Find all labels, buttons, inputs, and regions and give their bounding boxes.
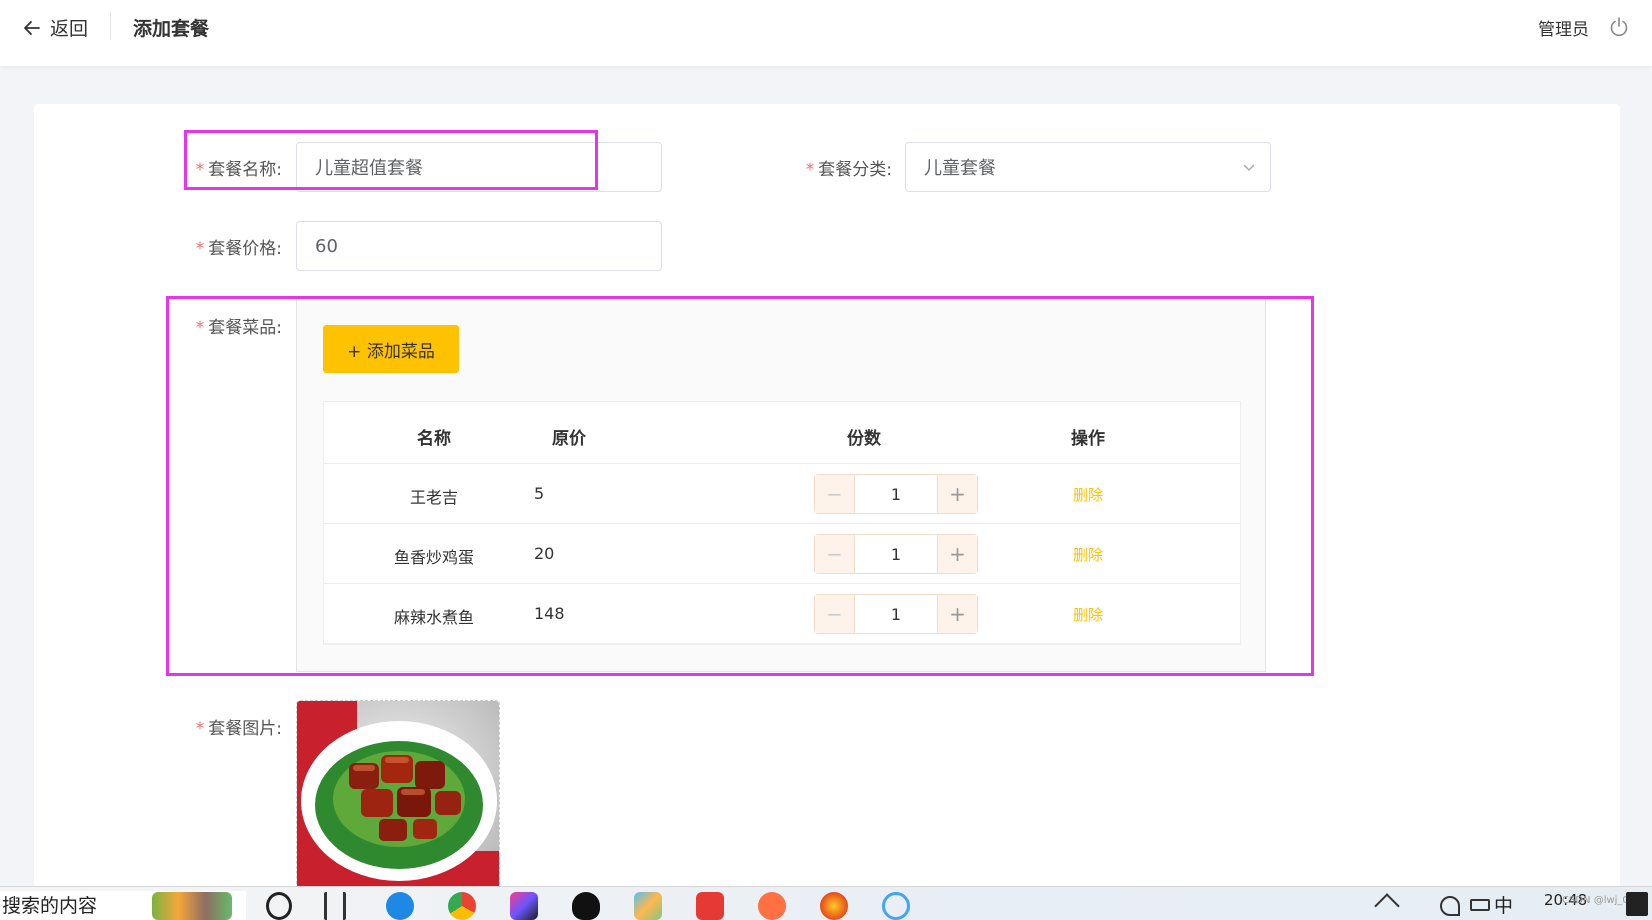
header-divider [110, 12, 111, 40]
required-star: * [195, 719, 205, 739]
dishes-highlight-box [166, 296, 1314, 676]
paint-icon[interactable] [634, 892, 662, 920]
intellij-icon[interactable] [510, 892, 538, 920]
back-button[interactable]: 返回 [22, 14, 88, 41]
chevron-down-icon [1243, 164, 1255, 172]
app-rings-icon[interactable] [882, 892, 910, 920]
chevron-up-icon[interactable] [1374, 893, 1400, 919]
category-select[interactable]: 儿童套餐 [905, 142, 1271, 192]
image-upload[interactable] [296, 700, 500, 890]
edge-icon[interactable] [386, 892, 414, 920]
category-select-value: 儿童套餐 [924, 158, 996, 179]
page-title: 添加套餐 [133, 18, 210, 40]
widgets-icon[interactable] [152, 892, 232, 920]
chrome-icon[interactable] [448, 892, 476, 920]
user-name[interactable]: 管理员 [1538, 15, 1589, 40]
postman-icon[interactable] [758, 892, 786, 920]
task-view-icon[interactable] [324, 892, 346, 920]
wifi-icon[interactable] [1440, 896, 1460, 916]
dish-photo [297, 701, 499, 889]
category-label: * 套餐分类: [805, 160, 892, 180]
search-circle-icon[interactable] [266, 892, 292, 920]
notification-icon[interactable] [1626, 892, 1648, 916]
back-label: 返回 [50, 18, 89, 40]
netease-music-icon[interactable] [696, 892, 724, 920]
arrow-left-icon [24, 20, 40, 35]
required-star: * [805, 160, 815, 180]
name-highlight-box [184, 130, 598, 190]
watermark: CSDN @lwj_07 [1562, 895, 1636, 906]
price-input[interactable]: 60 [296, 221, 662, 271]
image-label: * 套餐图片: [195, 719, 282, 739]
ime-indicator[interactable]: 中 [1494, 891, 1513, 918]
qq-icon[interactable] [572, 892, 600, 920]
battery-icon[interactable] [1470, 899, 1490, 911]
price-label: * 套餐价格: [195, 239, 282, 259]
top-header: 返回 添加套餐 管理员 [0, 0, 1652, 66]
os-taskbar: 搜索的内容 中 20:48 CSDN @lwj_07 [0, 886, 1652, 920]
power-icon[interactable] [1608, 16, 1630, 38]
price-input-value: 60 [315, 235, 338, 257]
firefox-icon[interactable] [820, 892, 848, 920]
required-star: * [195, 239, 205, 259]
